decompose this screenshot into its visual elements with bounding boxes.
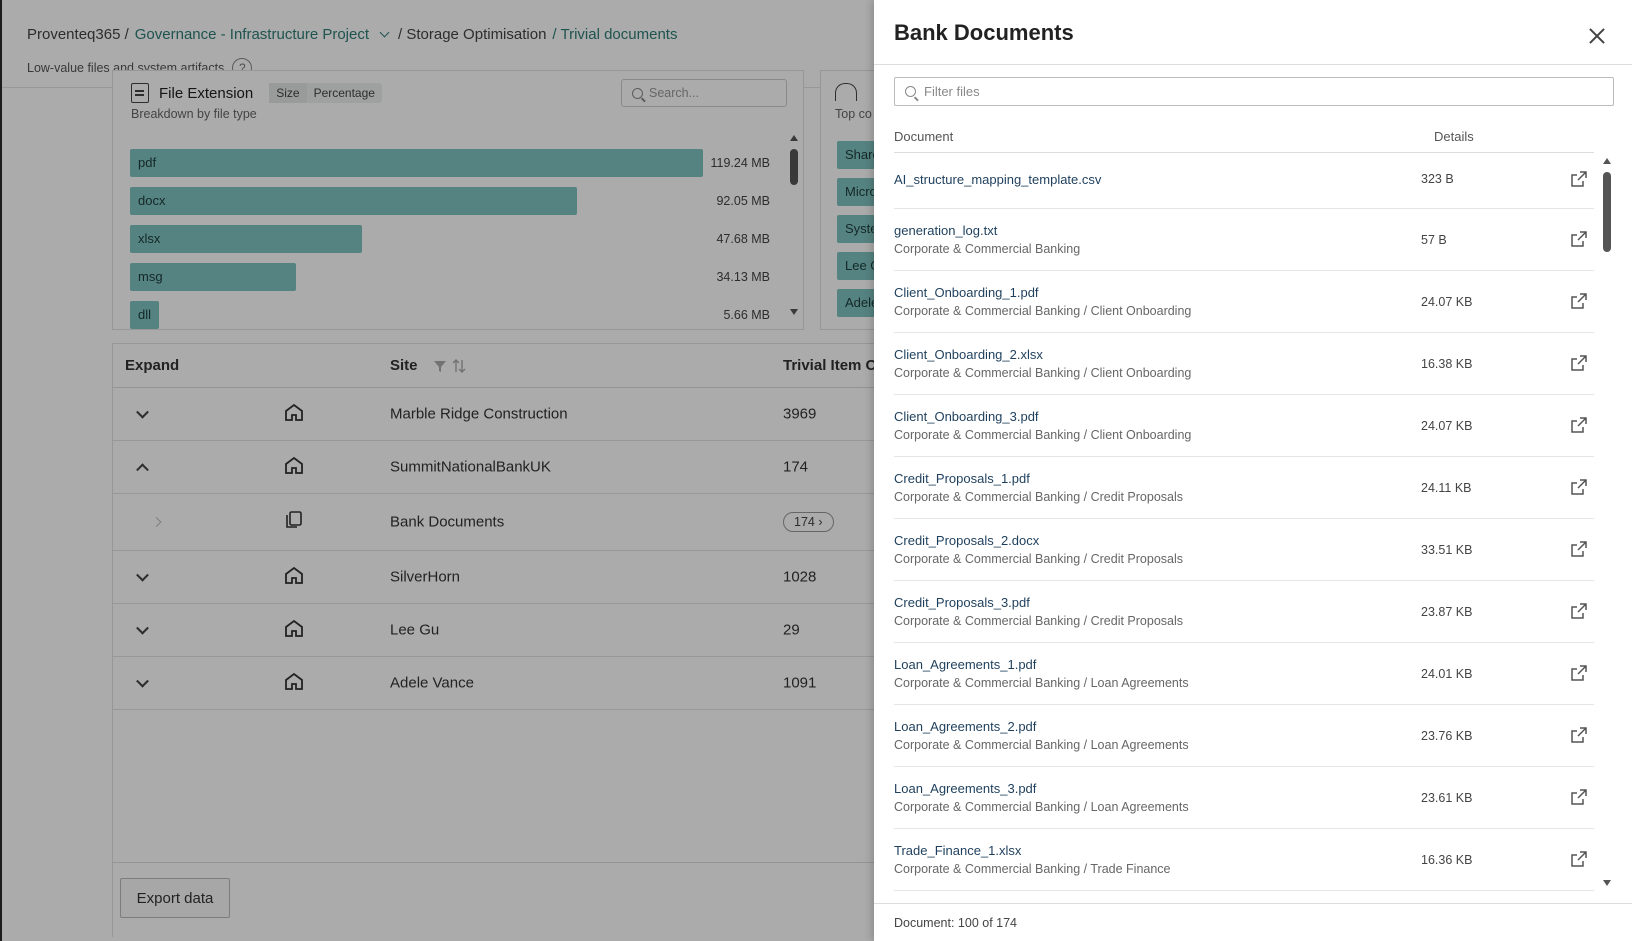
document-row[interactable]: Client_Onboarding_3.pdf Corporate & Comme… — [894, 395, 1594, 457]
document-size: 23.61 KB — [1421, 791, 1473, 805]
document-row[interactable]: Credit_Proposals_2.docx Corporate & Comme… — [894, 519, 1594, 581]
filter-files-input[interactable]: Filter files — [894, 77, 1614, 106]
document-path: Corporate & Commercial Banking / Trade F… — [894, 862, 1171, 876]
document-name[interactable]: AI_structure_mapping_template.csv — [894, 172, 1101, 187]
document-name[interactable]: Trade_Finance_1.xlsx — [894, 843, 1021, 858]
open-external-icon[interactable] — [1570, 789, 1587, 806]
document-row[interactable]: Trade_Finance_1.xlsx Corporate & Commerci… — [894, 829, 1594, 891]
document-row[interactable]: Loan_Agreements_2.pdf Corporate & Commerc… — [894, 705, 1594, 767]
document-path: Corporate & Commercial Banking / Loan Ag… — [894, 676, 1189, 690]
scroll-up-icon[interactable] — [1603, 158, 1611, 164]
document-row[interactable]: Client_Onboarding_2.xlsx Corporate & Comm… — [894, 333, 1594, 395]
document-size: 57 B — [1421, 233, 1447, 247]
document-name[interactable]: Credit_Proposals_2.docx — [894, 533, 1039, 548]
open-external-icon[interactable] — [1570, 665, 1587, 682]
document-size: 24.07 KB — [1421, 419, 1473, 433]
open-external-icon[interactable] — [1570, 171, 1587, 188]
close-icon[interactable] — [1589, 28, 1605, 44]
document-name[interactable]: Credit_Proposals_3.pdf — [894, 595, 1030, 610]
panel-title: Bank Documents — [894, 20, 1074, 45]
open-external-icon[interactable] — [1570, 727, 1587, 744]
open-external-icon[interactable] — [1570, 231, 1587, 248]
open-external-icon[interactable] — [1570, 541, 1587, 558]
document-list-scrollbar[interactable] — [1602, 158, 1612, 886]
document-path: Corporate & Commercial Banking / Credit … — [894, 552, 1184, 566]
document-row[interactable]: Loan_Agreements_3.pdf Corporate & Commerc… — [894, 767, 1594, 829]
document-row[interactable]: AI_structure_mapping_template.csv 323 B — [894, 153, 1594, 209]
document-size: 23.87 KB — [1421, 605, 1473, 619]
document-name[interactable]: Loan_Agreements_3.pdf — [894, 781, 1036, 796]
document-name[interactable]: Credit_Proposals_1.pdf — [894, 471, 1030, 486]
document-count: Document: 100 of 174 — [894, 916, 1017, 930]
document-name[interactable]: Client_Onboarding_3.pdf — [894, 409, 1039, 424]
open-external-icon[interactable] — [1570, 479, 1587, 496]
panel-footer-divider — [874, 903, 1632, 904]
document-path: Corporate & Commercial Banking / Credit … — [894, 614, 1184, 628]
document-name[interactable]: Loan_Agreements_1.pdf — [894, 657, 1036, 672]
document-row[interactable]: Client_Onboarding_1.pdf Corporate & Comme… — [894, 271, 1594, 333]
document-name[interactable]: Client_Onboarding_1.pdf — [894, 285, 1039, 300]
document-name[interactable]: generation_log.txt — [894, 223, 997, 238]
document-path: Corporate & Commercial Banking / Client … — [894, 366, 1192, 380]
open-external-icon[interactable] — [1570, 851, 1587, 868]
document-size: 23.76 KB — [1421, 729, 1473, 743]
open-external-icon[interactable] — [1570, 355, 1587, 372]
open-external-icon[interactable] — [1570, 603, 1587, 620]
document-size: 323 B — [1421, 172, 1454, 186]
column-details: Details — [1434, 129, 1474, 144]
document-size: 24.01 KB — [1421, 667, 1473, 681]
modal-overlay[interactable] — [0, 0, 874, 941]
document-row[interactable]: Credit_Proposals_1.pdf Corporate & Commer… — [894, 457, 1594, 519]
document-size: 24.11 KB — [1421, 481, 1472, 495]
document-size: 33.51 KB — [1421, 543, 1473, 557]
column-document: Document — [894, 129, 954, 144]
scroll-thumb[interactable] — [1603, 172, 1611, 252]
document-row[interactable]: generation_log.txt Corporate & Commercial… — [894, 209, 1594, 271]
scroll-down-icon[interactable] — [1603, 880, 1611, 886]
document-size: 16.36 KB — [1421, 853, 1473, 867]
document-path: Corporate & Commercial Banking / Client … — [894, 304, 1192, 318]
filter-placeholder: Filter files — [924, 84, 980, 99]
document-name[interactable]: Loan_Agreements_2.pdf — [894, 719, 1036, 734]
document-row[interactable]: Loan_Agreements_1.pdf Corporate & Commerc… — [894, 643, 1594, 705]
document-name[interactable]: Client_Onboarding_2.xlsx — [894, 347, 1043, 362]
document-path: Corporate & Commercial Banking / Loan Ag… — [894, 738, 1189, 752]
document-path: Corporate & Commercial Banking — [894, 242, 1081, 256]
document-path: Corporate & Commercial Banking / Client … — [894, 428, 1192, 442]
open-external-icon[interactable] — [1570, 417, 1587, 434]
document-path: Corporate & Commercial Banking / Loan Ag… — [894, 800, 1189, 814]
document-size: 24.07 KB — [1421, 295, 1473, 309]
document-size: 16.38 KB — [1421, 357, 1473, 371]
open-external-icon[interactable] — [1570, 293, 1587, 310]
search-icon — [905, 86, 916, 97]
document-row[interactable]: Credit_Proposals_3.pdf Corporate & Commer… — [894, 581, 1594, 643]
document-path: Corporate & Commercial Banking / Credit … — [894, 490, 1184, 504]
bank-documents-panel: Bank Documents Filter files Document Det… — [874, 0, 1632, 941]
panel-divider — [874, 64, 1632, 65]
